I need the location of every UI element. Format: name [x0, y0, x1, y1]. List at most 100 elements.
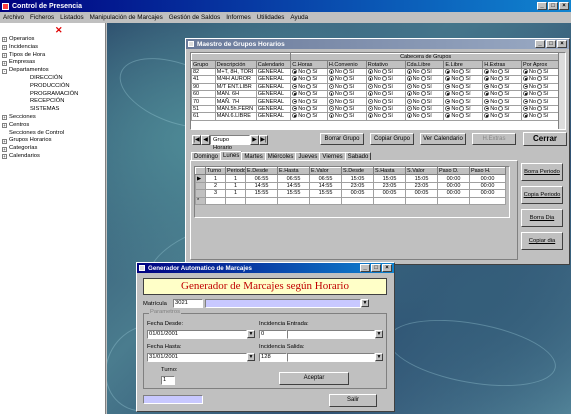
radio-no[interactable] [445, 76, 451, 82]
radio-cell[interactable]: No Sí [326, 89, 367, 99]
radio-si[interactable] [498, 98, 504, 104]
radio-si[interactable] [381, 76, 387, 82]
radio-cell[interactable]: No Sí [521, 75, 561, 84]
radio-si[interactable] [537, 106, 543, 111]
table-cell[interactable]: GENERAL [255, 104, 292, 114]
radio-si[interactable] [459, 69, 465, 75]
radio-si[interactable] [537, 113, 543, 119]
tree-item[interactable]: + Calendarios [1, 153, 105, 161]
radio-no[interactable] [328, 91, 334, 97]
radio-no[interactable] [367, 106, 373, 111]
incidencia-entrada-dropdown[interactable]: ▼ [375, 330, 383, 338]
table-row[interactable]: 3 1 15:55 15:55 15:55 00:05 00:05 00:05 00:00 00:… [195, 189, 506, 198]
radio-si[interactable] [381, 91, 387, 97]
radio-si[interactable] [342, 113, 348, 119]
radio-no[interactable] [292, 69, 298, 75]
table-cell[interactable]: 60 [191, 89, 216, 99]
table-cell[interactable]: M/4H AUROR [214, 75, 257, 84]
table-cell[interactable]: 70 [191, 97, 216, 106]
radio-no[interactable] [367, 84, 373, 89]
table-cell[interactable]: 15:05 [405, 174, 438, 183]
radio-no[interactable] [292, 76, 298, 82]
radio-si[interactable] [498, 69, 504, 75]
next-record-button[interactable]: ▶ [250, 134, 259, 145]
column-header[interactable]: C.Horas [290, 60, 328, 69]
table-cell[interactable]: MAÑ.5h.FERN [214, 104, 257, 114]
radio-no[interactable] [406, 106, 412, 111]
radio-cell[interactable]: No Sí [521, 112, 561, 121]
radio-cell[interactable]: No Sí [326, 104, 367, 114]
radio-cell[interactable]: No Sí [404, 112, 445, 121]
radio-cell[interactable]: No Sí [521, 67, 561, 77]
radio-si[interactable] [381, 69, 387, 75]
radio-cell[interactable]: No Sí [326, 75, 367, 84]
radio-si[interactable] [342, 98, 348, 104]
table-cell[interactable]: 15:55 [277, 189, 310, 198]
collapse-icon[interactable]: - [2, 68, 7, 74]
table-row[interactable]: 61 MAÑ.6.LIBRE GENERAL No Sí No Sí No Sí No Sí No Sí… [191, 112, 561, 121]
radio-no[interactable] [367, 69, 373, 75]
minimize-button[interactable]: _ [537, 2, 547, 10]
radio-no[interactable] [406, 113, 412, 119]
table-cell[interactable]: GENERAL [255, 89, 292, 99]
column-header[interactable]: E.Valor [309, 166, 342, 176]
radio-si[interactable] [420, 113, 426, 119]
row-indicator[interactable]: ▶ [195, 174, 206, 183]
incidencia-salida-code[interactable]: 128 [259, 353, 287, 362]
table-cell[interactable] [437, 196, 470, 205]
radio-cell[interactable]: No Sí [443, 112, 484, 121]
radio-si[interactable] [420, 98, 426, 104]
radio-no[interactable] [406, 84, 412, 89]
radio-cell[interactable]: No Sí [521, 82, 561, 91]
radio-no[interactable] [523, 91, 529, 97]
menu-ficheros[interactable]: Ficheros [30, 14, 54, 21]
minimize-button[interactable]: _ [535, 40, 545, 48]
radio-si[interactable] [306, 76, 312, 82]
radio-si[interactable] [381, 98, 387, 104]
table-cell[interactable] [225, 196, 246, 205]
table-cell[interactable]: MAÑ. 7H [214, 97, 257, 106]
close-tree-icon[interactable]: ✕ [55, 25, 63, 36]
radio-si[interactable] [459, 113, 465, 119]
tree-item[interactable]: DIRECCIÓN [1, 75, 105, 83]
radio-no[interactable] [292, 91, 298, 97]
tree-item[interactable]: + Categorías [1, 145, 105, 153]
table-cell[interactable]: 82 [191, 67, 216, 77]
tree-item[interactable]: + Empresas [1, 59, 105, 67]
radio-no[interactable] [406, 91, 412, 97]
radio-no[interactable] [484, 84, 490, 89]
radio-cell[interactable]: No Sí [365, 97, 406, 106]
radio-no[interactable] [292, 106, 298, 111]
fecha-desde-field[interactable]: 01/01/2001 [147, 330, 247, 339]
table-cell[interactable]: 2 [205, 181, 226, 191]
close-button[interactable]: × [559, 2, 569, 10]
expand-icon[interactable]: + [2, 146, 7, 152]
radio-no[interactable] [328, 76, 334, 82]
radio-cell[interactable]: No Sí [404, 75, 445, 84]
table-cell[interactable]: GENERAL [255, 75, 292, 84]
table-cell[interactable]: 06:55 [277, 174, 310, 183]
table-cell[interactable]: GENERAL [255, 82, 292, 91]
table-cell[interactable]: M+T, 8H, TORI [214, 67, 257, 77]
radio-no[interactable] [523, 76, 529, 82]
menu-gestion-saldos[interactable]: Gestión de Saldos [169, 14, 220, 21]
table-cell[interactable]: 00:00 [469, 189, 506, 198]
table-cell[interactable]: 1 [225, 189, 246, 198]
table-cell[interactable]: 14:55 [309, 181, 342, 191]
table-row[interactable]: 2 1 14:55 14:55 14:55 23:05 23:05 23:05 00:00 00:… [195, 181, 506, 191]
table-cell[interactable] [277, 196, 310, 205]
radio-cell[interactable]: No Sí [326, 67, 367, 77]
radio-si[interactable] [381, 106, 387, 111]
radio-si[interactable] [459, 91, 465, 97]
table-cell[interactable]: 14:55 [277, 181, 310, 191]
row-indicator[interactable] [195, 181, 206, 191]
table-cell[interactable]: 1 [225, 181, 246, 191]
radio-cell[interactable]: No Sí [482, 75, 523, 84]
radio-si[interactable] [306, 113, 312, 119]
radio-cell[interactable]: No Sí [326, 97, 367, 106]
table-cell[interactable]: 1 [205, 174, 226, 183]
cerrar-button[interactable]: Cerrar [523, 132, 567, 146]
column-header[interactable]: H.Convenio [326, 60, 367, 69]
radio-cell[interactable]: No Sí [365, 75, 406, 84]
operario-name-field[interactable] [205, 299, 361, 308]
